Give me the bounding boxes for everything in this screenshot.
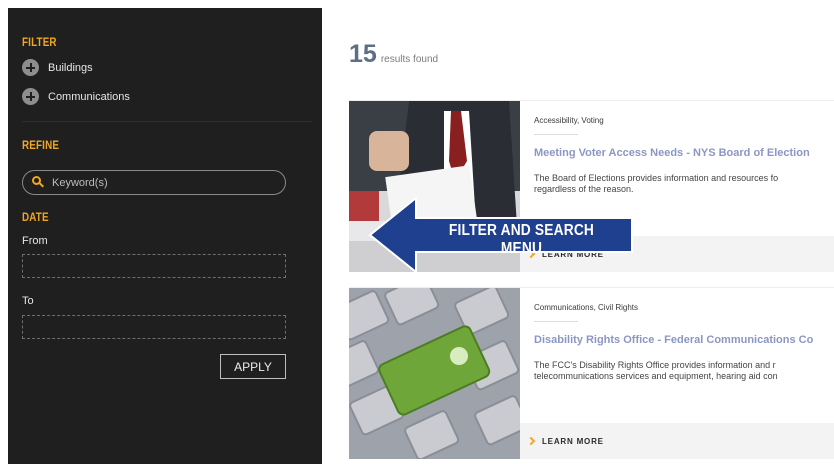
from-label: From — [22, 235, 48, 247]
learn-more-label: LEARN MORE — [542, 436, 604, 446]
plus-icon — [22, 88, 39, 105]
results-count-text: results found — [380, 54, 439, 65]
apply-button[interactable]: APPLY — [220, 354, 286, 379]
description-line: telecommunications services and equipmen… — [534, 371, 778, 381]
result-title-link[interactable]: Disability Rights Office - Federal Commu… — [534, 334, 813, 346]
keyword-input[interactable] — [52, 176, 272, 189]
description-line: regardless of the reason. — [534, 184, 634, 194]
description-line: The Board of Elections provides informat… — [534, 173, 779, 183]
from-date-input[interactable] — [22, 254, 286, 278]
date-heading: DATE — [22, 210, 49, 224]
result-tags: Accessibility, Voting — [534, 116, 604, 125]
to-date-input[interactable] — [22, 315, 286, 339]
chevron-right-icon — [528, 437, 536, 445]
to-label: To — [22, 295, 34, 307]
accessible-keyboard-image[interactable] — [349, 288, 520, 459]
filter-heading: FILTER — [22, 35, 57, 49]
result-description: The FCC's Disability Rights Office provi… — [534, 360, 834, 382]
filter-item-communications[interactable]: Communications — [22, 88, 130, 105]
filter-item-label: Communications — [48, 90, 130, 103]
filter-sidebar: FILTER Buildings Communications REFINE D… — [8, 8, 322, 464]
keyword-search-field[interactable] — [22, 170, 286, 195]
description-line: The FCC's Disability Rights Office provi… — [534, 360, 776, 370]
tag-divider — [534, 134, 578, 135]
result-description: The Board of Elections provides informat… — [534, 173, 834, 195]
result-title-link[interactable]: Meeting Voter Access Needs - NYS Board o… — [534, 147, 810, 159]
search-icon — [32, 176, 45, 189]
refine-heading: REFINE — [22, 138, 60, 152]
tag-divider — [534, 321, 578, 322]
result-card: Communications, Civil Rights Disability … — [349, 287, 834, 459]
section-divider — [22, 121, 312, 122]
annotation-label: FILTER AND SEARCH MENU — [448, 222, 595, 257]
learn-more-link[interactable]: LEARN MORE — [520, 423, 834, 459]
results-count: 15 results found — [349, 40, 438, 69]
filter-item-buildings[interactable]: Buildings — [22, 59, 93, 76]
plus-icon — [22, 59, 39, 76]
result-tags: Communications, Civil Rights — [534, 303, 639, 312]
results-count-number: 15 — [349, 40, 377, 68]
filter-item-label: Buildings — [48, 61, 93, 74]
